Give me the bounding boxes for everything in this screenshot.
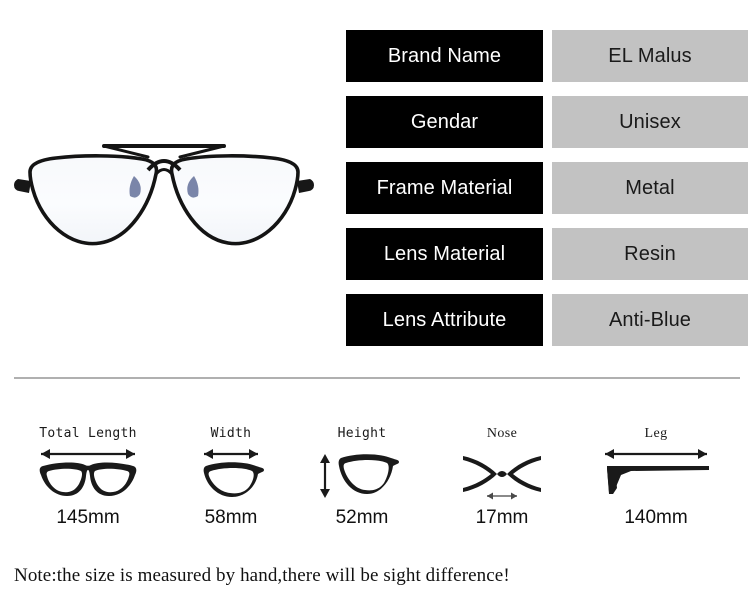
measure-item-leg: Leg 140mm: [581, 425, 731, 529]
size-note: Note:the size is measured by hand,there …: [14, 565, 510, 586]
spec-gap: [543, 96, 552, 148]
lens-height-icon: [287, 443, 437, 505]
spec-value-brand-name: EL Malus: [552, 30, 748, 82]
spec-row: Brand Name EL Malus: [346, 30, 748, 82]
glasses-front-icon: [13, 443, 163, 505]
measure-value-nose: 17mm: [475, 507, 529, 528]
spec-row: Lens Attribute Anti-Blue: [346, 294, 748, 346]
spec-row: Lens Material Resin: [346, 228, 748, 280]
spec-gap: [543, 294, 552, 346]
nose-bridge-icon: [427, 443, 577, 505]
measure-label-nose: Nose: [486, 426, 518, 441]
measure-label-width: Width: [210, 426, 252, 441]
spec-gap: [543, 162, 552, 214]
measure-value-total-length: 145mm: [56, 507, 120, 528]
spec-gap: [543, 30, 552, 82]
spec-key-frame-material: Frame Material: [346, 162, 543, 214]
spec-key-lens-attribute: Lens Attribute: [346, 294, 543, 346]
aviator-glasses-illustration: [14, 144, 314, 246]
top-section: Brand Name EL Malus Gendar Unisex Frame …: [0, 0, 750, 365]
product-photo: [8, 110, 320, 270]
spec-key-brand-name: Brand Name: [346, 30, 543, 82]
section-divider: [14, 377, 740, 379]
measure-item-width: Width 58mm: [156, 425, 306, 529]
measure-item-total-length: Total Length 145mm: [13, 425, 163, 529]
spec-row: Gendar Unisex: [346, 96, 748, 148]
spec-value-frame-material: Metal: [552, 162, 748, 214]
spec-gap: [543, 228, 552, 280]
measure-label-leg: Leg: [644, 426, 668, 441]
temple-arm-icon: [581, 443, 731, 505]
measure-value-height: 52mm: [335, 507, 389, 528]
measure-item-nose: Nose 17mm: [427, 425, 577, 529]
measure-item-height: Height 52mm: [287, 425, 437, 529]
measure-value-leg: 140mm: [624, 507, 688, 528]
spec-key-gendar: Gendar: [346, 96, 543, 148]
measure-value-width: 58mm: [204, 507, 258, 528]
spec-table: Brand Name EL Malus Gendar Unisex Frame …: [346, 30, 748, 346]
measure-label-height: Height: [337, 426, 387, 441]
spec-value-gendar: Unisex: [552, 96, 748, 148]
spec-value-lens-material: Resin: [552, 228, 748, 280]
lens-width-icon: [156, 443, 306, 505]
product-spec-page: Brand Name EL Malus Gendar Unisex Frame …: [0, 0, 750, 611]
measurements-section: Total Length 145mm Width 58mm Height 52m…: [0, 425, 750, 535]
spec-value-lens-attribute: Anti-Blue: [552, 294, 748, 346]
measure-label-total-length: Total Length: [39, 426, 137, 441]
spec-key-lens-material: Lens Material: [346, 228, 543, 280]
spec-row: Frame Material Metal: [346, 162, 748, 214]
